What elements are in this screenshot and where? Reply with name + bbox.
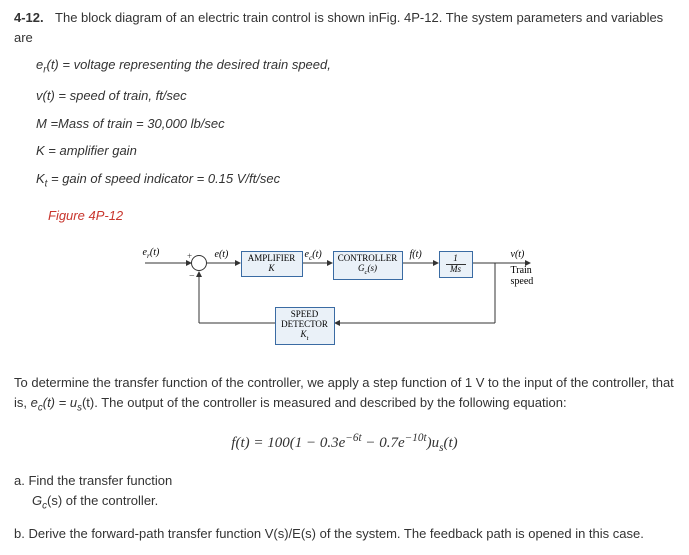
signal-e: e(t)	[215, 247, 229, 262]
equation-f: f(t) = 100(1 − 0.3e−6t − 0.7e−10t)us(t)	[14, 430, 675, 457]
speed-detector-box: SPEED DETECTOR Kt	[275, 307, 335, 345]
block-diagram: + − er(t) e(t) AMPLIFIER K ec(t) CONTROL…	[14, 235, 675, 355]
problem-heading: 4-12. The block diagram of an electric t…	[14, 8, 675, 47]
output-desc: Train speed	[511, 265, 534, 287]
param-M: M =Mass of train = 30,000 lb/sec	[36, 114, 675, 134]
sub-question-b: b. Derive the forward-path transfer func…	[14, 524, 675, 544]
param-v: v(t) = speed of train, ft/sec	[36, 86, 675, 106]
signal-f: f(t)	[410, 247, 422, 262]
param-er: er(t) = voltage representing the desired…	[36, 55, 675, 78]
body-paragraph: To determine the transfer function of th…	[14, 373, 675, 416]
param-K: K = amplifier gain	[36, 141, 675, 161]
signal-er: er(t)	[143, 245, 160, 261]
signal-ec: ec(t)	[305, 247, 322, 263]
problem-number: 4-12.	[14, 10, 44, 25]
svg-text:−: −	[189, 271, 195, 282]
figure-label: Figure 4P-12	[48, 206, 675, 226]
sub-question-a: a. Find the transfer function Gc(s) of t…	[14, 471, 675, 514]
signal-v: v(t)	[511, 247, 525, 262]
amplifier-box: AMPLIFIER K	[241, 251, 303, 277]
controller-box: CONTROLLER Gc(s)	[333, 251, 403, 279]
summing-junction	[191, 255, 207, 271]
problem-intro: The block diagram of an electric train c…	[14, 10, 663, 45]
param-Kt: Kt = gain of speed indicator = 0.15 V/ft…	[36, 169, 675, 192]
mass-box: 1 Ms	[439, 251, 473, 278]
